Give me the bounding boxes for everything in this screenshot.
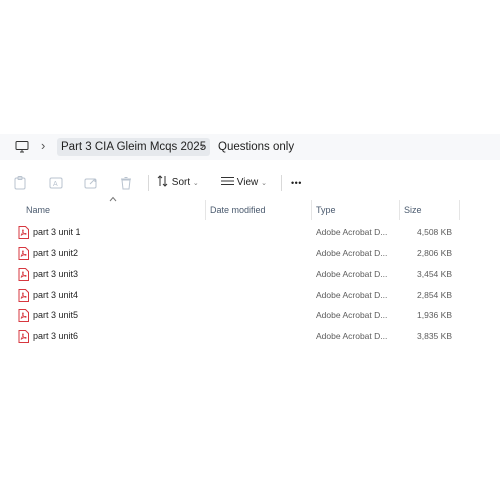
file-row[interactable]: part 3 unit2 Adobe Acrobat D... 2,806 KB [0, 243, 460, 263]
file-name: part 3 unit4 [33, 290, 79, 300]
sort-label: Sort [171, 177, 191, 188]
breadcrumb-item-folder[interactable]: Part 3 CIA Gleim Mcqs 2025 [57, 138, 211, 156]
file-row[interactable]: part 3 unit6 Adobe Acrobat D... 3,835 KB [0, 326, 460, 346]
column-divider[interactable] [459, 200, 460, 220]
toolbar-divider [148, 175, 149, 191]
file-type: Adobe Acrobat D... [316, 310, 388, 320]
file-row[interactable]: part 3 unit4 Adobe Acrobat D... 2,854 KB [0, 285, 460, 305]
file-size: 3,454 KB [417, 269, 452, 279]
column-header-size[interactable]: Size [404, 200, 422, 220]
column-header-type[interactable]: Type [316, 200, 336, 220]
file-row[interactable]: part 3 unit3 Adobe Acrobat D... 3,454 KB [0, 264, 460, 284]
more-options-button[interactable]: ••• [291, 174, 302, 192]
chevron-down-icon: ⌄ [261, 180, 267, 187]
file-explorer-window: › Part 3 CIA Gleim Mcqs 2025 › Questions… [0, 134, 500, 364]
column-header-name[interactable]: Name [26, 200, 50, 220]
view-label: View [236, 177, 259, 188]
breadcrumb-item-current[interactable]: Questions only [214, 138, 298, 156]
rename-icon[interactable]: A [48, 175, 64, 191]
pdf-file-icon [18, 247, 29, 260]
file-type: Adobe Acrobat D... [316, 248, 388, 258]
pdf-file-icon [18, 309, 29, 322]
paste-icon[interactable] [12, 175, 28, 191]
command-bar: A Sort ⌄ View ⌄ ••• [0, 168, 500, 198]
file-size: 2,854 KB [417, 290, 452, 300]
chevron-down-icon: ⌄ [192, 180, 199, 187]
sort-icon [157, 175, 168, 187]
breadcrumb-separator-icon[interactable]: › [41, 138, 45, 153]
file-type: Adobe Acrobat D... [316, 331, 388, 341]
view-icon [221, 177, 234, 185]
pdf-file-icon [18, 268, 29, 281]
file-row[interactable]: part 3 unit 1 Adobe Acrobat D... 4,508 K… [0, 222, 460, 242]
share-icon[interactable] [83, 175, 99, 191]
pdf-file-icon [18, 226, 29, 239]
file-name: part 3 unit2 [33, 248, 79, 258]
column-divider[interactable] [399, 200, 400, 220]
file-type: Adobe Acrobat D... [316, 290, 388, 300]
pdf-file-icon [18, 289, 29, 302]
computer-icon[interactable] [15, 140, 29, 154]
delete-icon[interactable] [118, 175, 134, 191]
file-name: part 3 unit3 [33, 269, 79, 279]
file-name: part 3 unit5 [33, 310, 79, 320]
column-header-date-modified[interactable]: Date modified [210, 200, 266, 220]
file-size: 2,806 KB [417, 248, 452, 258]
view-button[interactable]: View ⌄ [221, 174, 267, 192]
file-size: 3,835 KB [417, 331, 452, 341]
address-bar[interactable]: › Part 3 CIA Gleim Mcqs 2025 › Questions… [0, 134, 500, 160]
pdf-file-icon [18, 330, 29, 343]
sort-button[interactable]: Sort ⌄ [157, 174, 199, 192]
file-size: 1,936 KB [417, 310, 452, 320]
file-name: part 3 unit6 [33, 331, 79, 341]
file-name: part 3 unit 1 [33, 227, 81, 237]
file-type: Adobe Acrobat D... [316, 269, 388, 279]
file-row[interactable]: part 3 unit5 Adobe Acrobat D... 1,936 KB [0, 305, 460, 325]
breadcrumb-separator-icon[interactable]: › [200, 138, 204, 153]
column-divider[interactable] [205, 200, 206, 220]
sort-ascending-icon [109, 196, 117, 202]
svg-text:A: A [53, 181, 58, 188]
file-size: 4,508 KB [417, 227, 452, 237]
column-divider[interactable] [311, 200, 312, 220]
file-type: Adobe Acrobat D... [316, 227, 388, 237]
toolbar-divider [281, 175, 282, 191]
